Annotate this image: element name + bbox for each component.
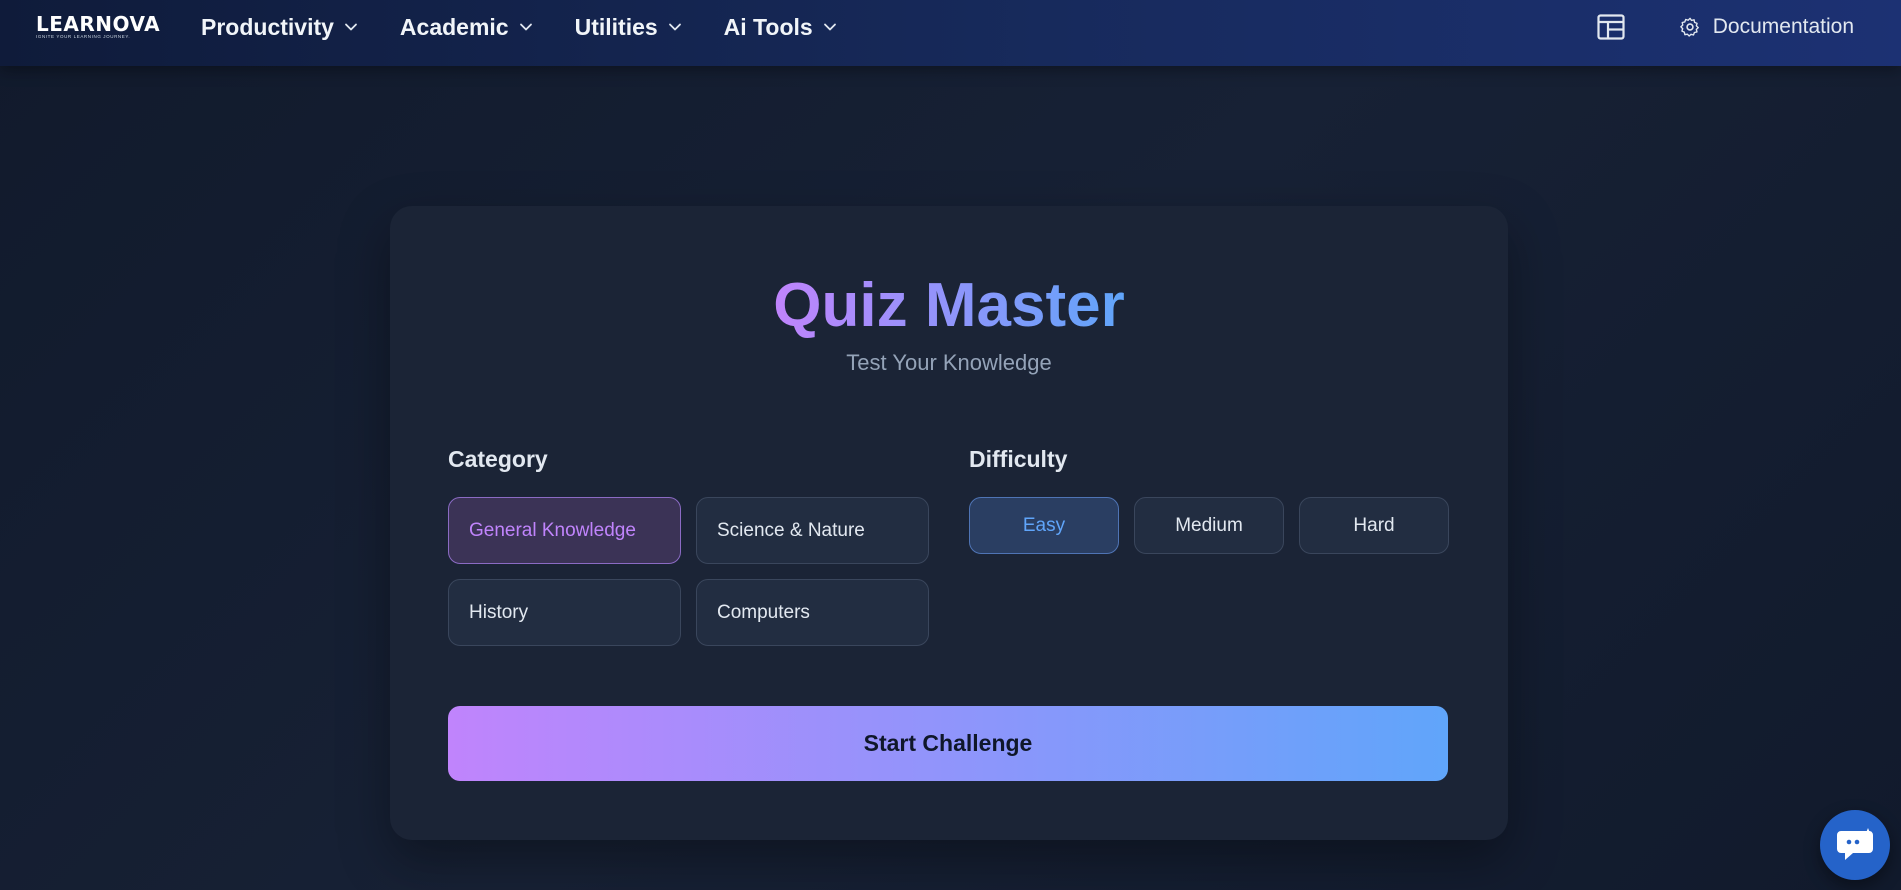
category-heading: Category <box>448 446 548 472</box>
chevron-down-icon <box>345 23 357 31</box>
learnova-logo[interactable]: LEARNOVA IGNITE YOUR LEARNING JOURNEY. <box>36 12 161 42</box>
chevron-down-icon <box>519 23 532 31</box>
documentation-link[interactable]: Documentation <box>1679 15 1854 39</box>
layout-icon[interactable] <box>1597 14 1625 40</box>
category-general-knowledge[interactable]: General Knowledge <box>448 497 681 564</box>
top-navbar: LEARNOVA IGNITE YOUR LEARNING JOURNEY. P… <box>0 0 1901 66</box>
difficulty-hard[interactable]: Hard <box>1299 497 1449 554</box>
main-nav: Productivity Academic Utilities Ai Tools <box>201 0 879 54</box>
category-history[interactable]: History <box>448 579 681 646</box>
nav-item-label: Ai Tools <box>723 13 813 40</box>
difficulty-medium[interactable]: Medium <box>1134 497 1284 554</box>
difficulty-easy[interactable]: Easy <box>969 497 1119 554</box>
nav-item-utilities[interactable]: Utilities <box>575 14 682 41</box>
nav-item-academic[interactable]: Academic <box>400 14 533 41</box>
chevron-down-icon <box>668 23 681 31</box>
chevron-down-icon <box>823 23 836 31</box>
quiz-card: Quiz Master Test Your Knowledge Category… <box>390 206 1508 840</box>
chat-icon <box>1837 828 1873 860</box>
nav-right: Documentation <box>1597 0 1854 54</box>
nav-item-productivity[interactable]: Productivity <box>201 14 358 41</box>
nav-item-label: Academic <box>399 13 509 40</box>
logo-tagline: IGNITE YOUR LEARNING JOURNEY. <box>36 34 131 39</box>
category-science-nature[interactable]: Science & Nature <box>696 497 929 564</box>
documentation-label: Documentation <box>1712 15 1854 38</box>
page-title: Quiz Master <box>390 266 1508 346</box>
logo-text: LEARNOVA <box>36 12 161 36</box>
nav-item-label: Utilities <box>574 13 658 40</box>
gear-icon <box>1679 17 1699 37</box>
start-challenge-button[interactable]: Start Challenge <box>448 706 1448 781</box>
nav-item-label: Productivity <box>201 13 334 40</box>
chat-button[interactable] <box>1820 810 1890 880</box>
page-subtitle: Test Your Knowledge <box>846 350 1052 375</box>
difficulty-heading: Difficulty <box>969 446 1068 472</box>
category-computers[interactable]: Computers <box>696 579 929 646</box>
title-text: Quiz Master <box>773 271 1125 340</box>
nav-item-ai-tools[interactable]: Ai Tools <box>724 14 837 41</box>
